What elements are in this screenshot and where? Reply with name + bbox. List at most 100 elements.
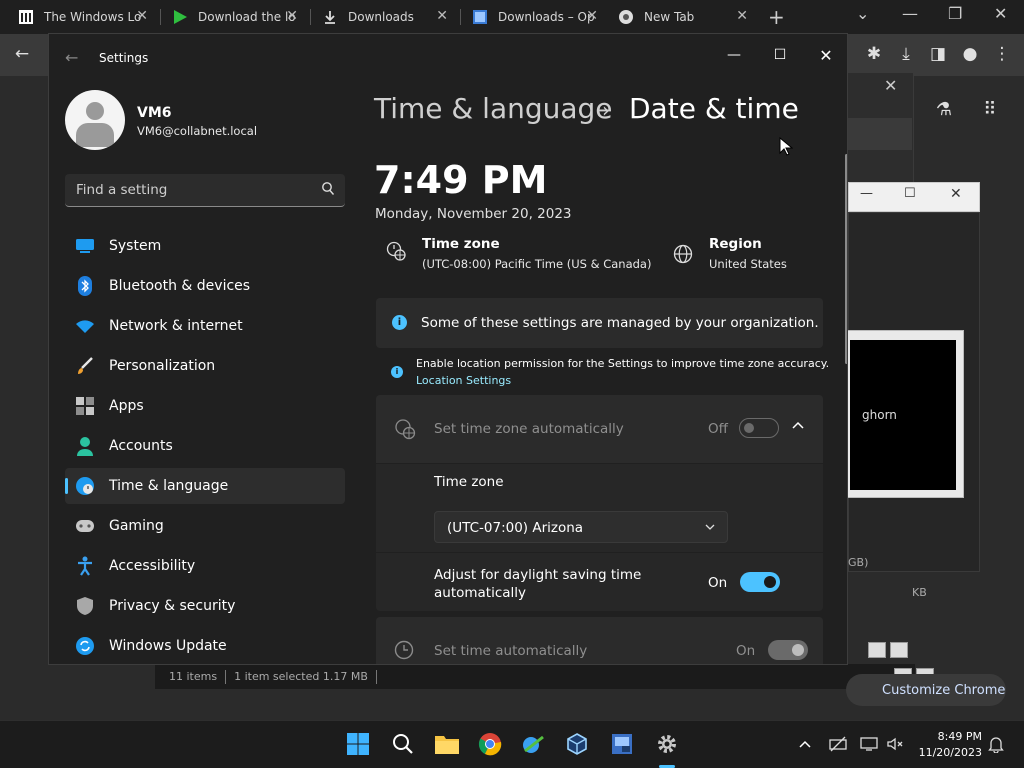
restore-icon: ☐ [904, 186, 916, 201]
close-icon[interactable]: ✕ [994, 4, 1007, 23]
start-button[interactable] [345, 731, 371, 757]
sidebar-item-label: Network & internet [109, 318, 243, 334]
restore-icon[interactable]: ❐ [948, 4, 962, 23]
sidebar-item-privacy[interactable]: Privacy & security [65, 588, 345, 624]
volume-muted-icon[interactable] [886, 735, 904, 753]
sidebar-item-system[interactable]: System [65, 228, 345, 264]
minimize-button[interactable]: — [711, 40, 757, 70]
browser-tab-downloads-op[interactable]: Downloads – Op ✕ [462, 0, 608, 34]
bell-icon[interactable] [987, 735, 1005, 753]
xp-vm-icon [612, 734, 632, 754]
details-view-icon[interactable] [868, 642, 886, 658]
current-date: Monday, November 20, 2023 [375, 206, 572, 222]
back-arrow-icon[interactable]: ← [12, 44, 32, 64]
apps-grid-icon[interactable]: ⠿ [980, 100, 1000, 120]
profile-icon[interactable]: ● [960, 44, 980, 64]
flask-icon[interactable]: ⚗ [934, 100, 954, 120]
sidebar-item-label: System [109, 238, 162, 254]
chevron-up-icon[interactable] [791, 419, 805, 433]
close-icon: ✕ [884, 76, 898, 95]
sidebar-item-accessibility[interactable]: Accessibility [65, 548, 345, 584]
chevron-down-icon[interactable]: ⌄ [856, 4, 869, 23]
dst-label: Adjust for daylight saving time automati… [434, 567, 642, 601]
sidebar-nav: System Bluetooth & devices Network & int… [65, 228, 345, 664]
location-settings-link[interactable]: Location Settings [416, 374, 511, 387]
page-title: Date & time [629, 92, 799, 125]
folder-icon [435, 736, 459, 754]
sidebar-item-windows-update[interactable]: Windows Update [65, 628, 345, 664]
sidebar-item-time-language[interactable]: Time & language [65, 468, 345, 504]
museum-icon [19, 10, 33, 24]
download-icon[interactable]: ⤓ [896, 44, 916, 64]
settings-window: ← Settings — ☐ ✕ VM6 VM6@collabnet.local… [48, 33, 848, 665]
explorer-status-bar: 11 items 1 item selected 1.17 MB [155, 664, 915, 689]
sidebar-item-label: Gaming [109, 518, 164, 534]
close-icon[interactable]: ✕ [436, 8, 448, 24]
search-input[interactable] [65, 174, 315, 206]
customize-chrome-button[interactable]: Customize Chrome [846, 674, 1006, 706]
location-info-text: Enable location permission for the Setti… [416, 357, 830, 370]
more-menu-icon[interactable]: ⋮ [992, 44, 1012, 64]
minimize-icon: — [860, 186, 873, 201]
browser-tab-new-tab[interactable]: New Tab ✕ [608, 0, 758, 34]
back-arrow-icon[interactable]: ← [65, 48, 78, 67]
close-icon[interactable]: ✕ [586, 8, 598, 24]
file-explorer-button[interactable] [434, 731, 460, 757]
globe-clock-icon [75, 476, 95, 496]
search-icon[interactable] [321, 181, 335, 197]
profile-email: VM6@collabnet.local [137, 124, 258, 138]
avatar[interactable] [65, 90, 125, 150]
breadcrumb-parent[interactable]: Time & language [374, 92, 613, 125]
sidebar-item-accounts[interactable]: Accounts [65, 428, 345, 464]
person-icon [75, 436, 95, 456]
browser-tab-windows-lounge[interactable]: The Windows Lo ✕ [8, 0, 158, 34]
minimize-icon[interactable]: — [902, 4, 918, 23]
taskbar: 8:49 PM 11/20/2023 [0, 720, 1024, 768]
windows-logo-icon [347, 733, 369, 755]
sidebar-icon[interactable]: ◨ [928, 44, 948, 64]
new-tab-button[interactable]: + [768, 5, 785, 29]
timezone-label: Time zone [422, 236, 500, 252]
app-title: Settings [99, 51, 149, 65]
scrollbar[interactable] [845, 154, 847, 364]
kb-fragment: KB [912, 586, 927, 599]
virtualbox-button[interactable] [564, 731, 590, 757]
browser-tab-bar: The Windows Lo ✕ Download the lo ✕ Downl… [0, 0, 1024, 34]
close-icon[interactable]: ✕ [736, 8, 748, 24]
network-offline-icon[interactable] [829, 735, 847, 753]
taskbar-date[interactable]: 11/20/2023 [916, 746, 982, 759]
status-separator [375, 669, 377, 684]
sidebar-item-bluetooth[interactable]: Bluetooth & devices [65, 268, 345, 304]
search-button[interactable] [390, 731, 416, 757]
sidebar-item-personalization[interactable]: Personalization [65, 348, 345, 384]
dst-state: On [708, 575, 728, 591]
monitor-icon[interactable] [860, 735, 878, 753]
close-button[interactable]: ✕ [803, 40, 847, 70]
sidebar-item-gaming[interactable]: Gaming [65, 508, 345, 544]
sidebar-item-apps[interactable]: Apps [65, 388, 345, 424]
browser-tab-download[interactable]: Download the lo ✕ [162, 0, 308, 34]
browser-tab-downloads[interactable]: Downloads ✕ [312, 0, 458, 34]
taskbar-clock[interactable]: 8:49 PM [916, 730, 982, 743]
chrome-button[interactable] [477, 731, 503, 757]
dst-toggle[interactable] [740, 572, 780, 592]
tiles-view-icon[interactable] [890, 642, 908, 658]
auto-timezone-toggle[interactable] [739, 418, 779, 438]
auto-time-toggle[interactable] [768, 640, 808, 660]
network-app-button[interactable] [521, 731, 547, 757]
maximize-button[interactable]: ☐ [757, 40, 803, 70]
timezone-dropdown[interactable]: (UTC-07:00) Arizona [434, 511, 728, 543]
puzzle-icon[interactable]: ✱ [864, 44, 884, 64]
background-search-box [848, 118, 912, 150]
vm-preview-screen: ghorn [850, 340, 956, 490]
wifi-icon [75, 316, 95, 336]
close-icon[interactable]: ✕ [286, 8, 298, 24]
chevron-down-icon [705, 524, 715, 530]
vm-xp-button[interactable] [609, 731, 635, 757]
browser-tab-title: Download the lo [198, 10, 296, 24]
sidebar-item-network[interactable]: Network & internet [65, 308, 345, 344]
chevron-up-icon[interactable] [796, 735, 814, 753]
managed-info-text: Some of these settings are managed by yo… [421, 315, 819, 331]
settings-button[interactable] [654, 731, 680, 757]
close-icon[interactable]: ✕ [136, 8, 148, 24]
